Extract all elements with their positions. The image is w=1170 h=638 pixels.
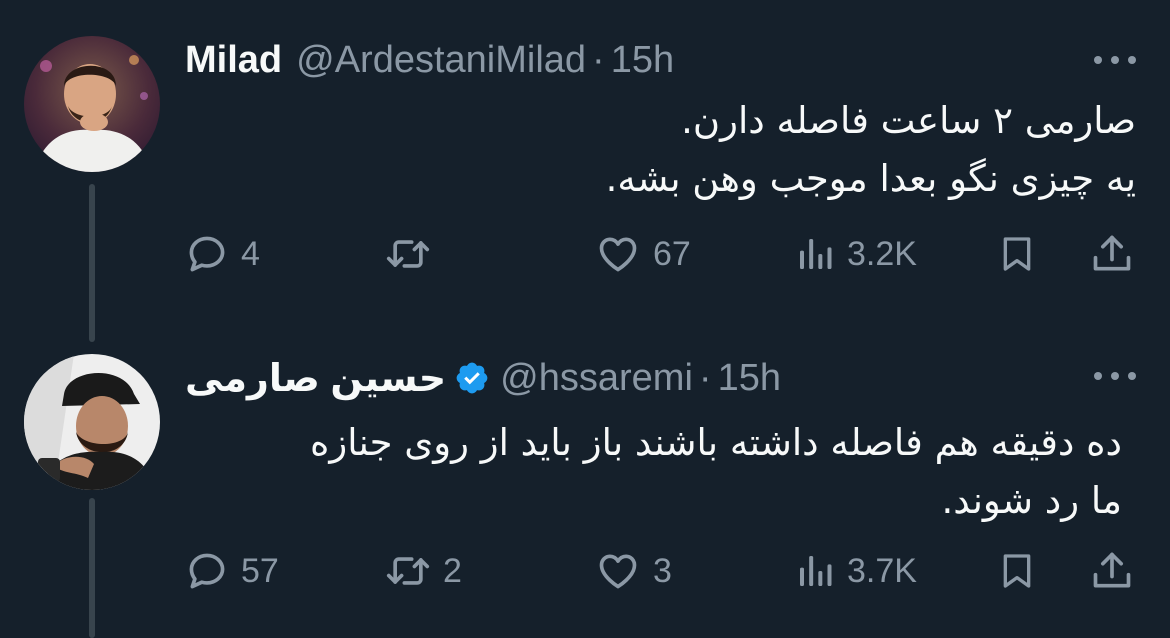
tweet-text: ده دقیقه هم فاصله داشته باشند باز باید ا… bbox=[172, 414, 1122, 530]
thread-line bbox=[89, 184, 95, 342]
views-button[interactable]: 3.2K bbox=[795, 229, 917, 279]
like-button[interactable]: 67 bbox=[595, 229, 691, 279]
tweet-text-line: یه چیزی نگو بعدا موجب وهن بشه. bbox=[605, 157, 1136, 200]
separator: · bbox=[592, 38, 605, 81]
timestamp[interactable]: 15h bbox=[718, 357, 781, 400]
thread-line bbox=[89, 498, 95, 638]
more-icon[interactable] bbox=[1094, 55, 1136, 65]
share-icon bbox=[1093, 552, 1131, 588]
like-count: 67 bbox=[653, 234, 691, 273]
avatar[interactable] bbox=[24, 36, 160, 172]
heart-icon bbox=[599, 554, 637, 589]
tweet-text-line: صارمی ۲ ساعت فاصله دارن. bbox=[681, 99, 1136, 142]
retweet-icon bbox=[386, 240, 430, 268]
avatar[interactable] bbox=[24, 354, 160, 490]
heart-icon bbox=[599, 237, 637, 272]
views-button[interactable]: 3.7K bbox=[795, 546, 917, 596]
reply-icon bbox=[189, 236, 225, 272]
bookmark-icon bbox=[1003, 237, 1031, 271]
tweet-text-line: ما رد شوند. bbox=[941, 479, 1122, 522]
handle[interactable]: @ArdestaniMilad bbox=[296, 39, 586, 82]
handle[interactable]: @hssaremi bbox=[500, 357, 693, 400]
bookmark-button[interactable] bbox=[997, 546, 1037, 596]
action-bar: 57 2 3 3.7K bbox=[185, 546, 1140, 596]
share-button[interactable] bbox=[1090, 229, 1134, 279]
views-icon bbox=[800, 556, 832, 586]
display-name[interactable]: Milad bbox=[185, 39, 282, 82]
bookmark-button[interactable] bbox=[997, 229, 1037, 279]
retweet-button[interactable] bbox=[385, 229, 443, 279]
share-button[interactable] bbox=[1090, 546, 1134, 596]
reply-button[interactable]: 4 bbox=[185, 229, 260, 279]
views-icon bbox=[800, 239, 832, 269]
action-bar: 4 67 3.2K bbox=[185, 229, 1140, 279]
tweet: Milad @ArdestaniMilad · 15h صارمی ۲ ساعت… bbox=[0, 0, 1170, 342]
display-name[interactable]: حسین صارمی bbox=[185, 356, 446, 401]
like-button[interactable]: 3 bbox=[595, 546, 672, 596]
timestamp[interactable]: 15h bbox=[611, 39, 674, 82]
tweet-header: حسین صارمی @hssaremi · 15h bbox=[185, 354, 781, 402]
tweet-header: Milad @ArdestaniMilad · 15h bbox=[185, 36, 674, 84]
views-count: 3.2K bbox=[847, 234, 917, 273]
tweet: حسین صارمی @hssaremi · 15h ده دقیقه هم ف… bbox=[0, 330, 1170, 638]
share-icon bbox=[1093, 235, 1131, 271]
reply-count: 4 bbox=[241, 234, 260, 273]
verified-badge-icon bbox=[456, 362, 488, 394]
views-count: 3.7K bbox=[847, 551, 917, 590]
like-count: 3 bbox=[653, 551, 672, 590]
separator: · bbox=[698, 356, 712, 399]
more-icon[interactable] bbox=[1094, 371, 1136, 381]
reply-icon bbox=[189, 553, 225, 589]
retweet-icon bbox=[386, 557, 430, 585]
tweet-text: صارمی ۲ ساعت فاصله دارن. یه چیزی نگو بعد… bbox=[186, 92, 1136, 208]
retweet-count: 2 bbox=[443, 551, 462, 590]
reply-count: 57 bbox=[241, 551, 279, 590]
bookmark-icon bbox=[1003, 554, 1031, 588]
reply-button[interactable]: 57 bbox=[185, 546, 279, 596]
retweet-button[interactable]: 2 bbox=[385, 546, 462, 596]
tweet-text-line: ده دقیقه هم فاصله داشته باشند باز باید ا… bbox=[309, 421, 1122, 464]
